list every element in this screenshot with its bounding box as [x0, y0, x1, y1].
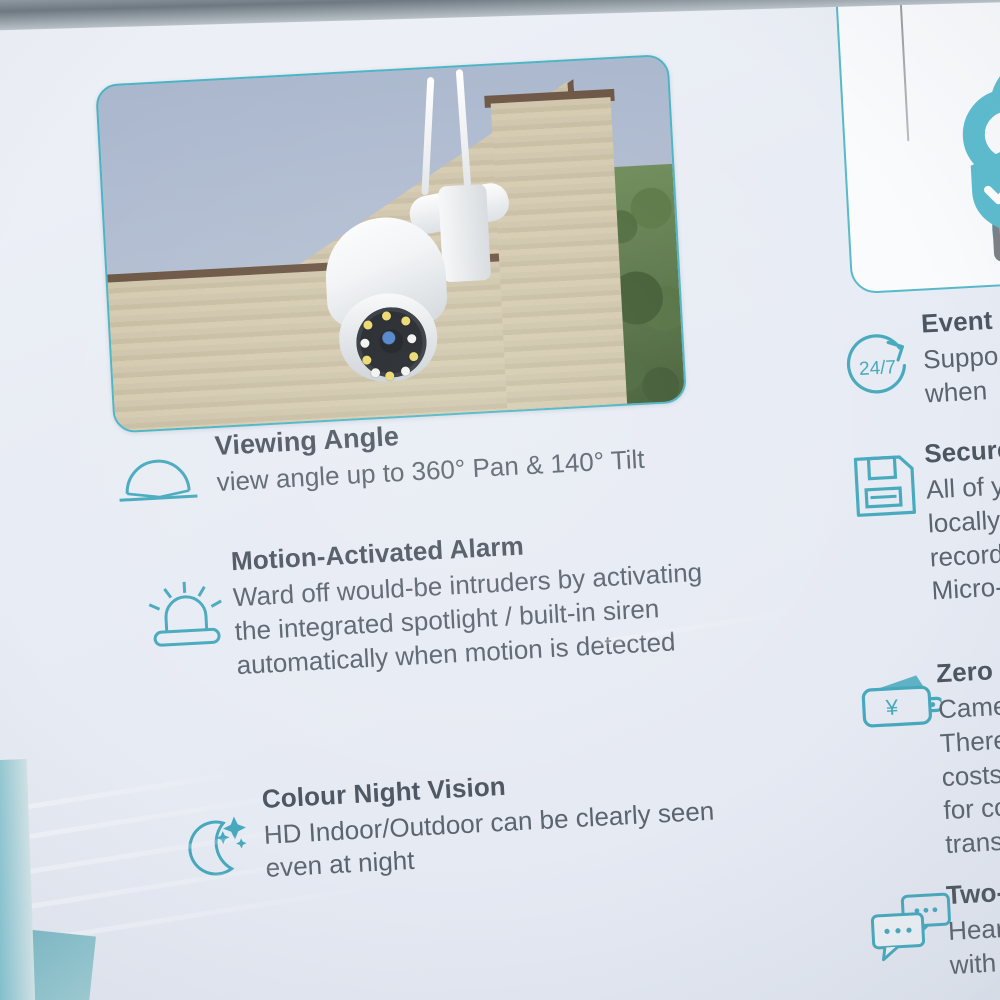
- 24-7-label: 24/7: [859, 357, 897, 380]
- feature-title: Zero H: [935, 654, 1000, 689]
- camera-wall-bracket: [438, 183, 492, 283]
- package-photo-stage: Viewing Angle view angle up to 360° Pan …: [0, 0, 1000, 1000]
- angle-protractor-icon: [113, 444, 202, 516]
- feature-title: Event: [920, 304, 994, 339]
- feature-title: Secure: [923, 433, 1000, 469]
- feature-body: Hear a with su: [947, 913, 1000, 980]
- package-printed-content: Viewing Angle view angle up to 360° Pan …: [0, 0, 1000, 1000]
- feature-colour-night-vision: Colour Night Vision HD Indoor/Outdoor ca…: [261, 759, 736, 886]
- feature-zero-hidden-costs: Zero H Camer There costs. for con transp: [935, 649, 1000, 862]
- feature-body: Ward off would-be intruders by activatin…: [232, 556, 703, 680]
- feature-secure-storage: Secure All of y locally. record Micro-: [923, 429, 1000, 609]
- yen-symbol-label: ¥: [884, 694, 899, 720]
- alarm-siren-icon: [142, 577, 230, 664]
- hero-camera-photo: [95, 53, 688, 434]
- photo-wall-right: [490, 97, 628, 414]
- feature-body: Camer There costs. for con transp: [937, 690, 1000, 860]
- wallet-yen-icon: ¥: [858, 672, 945, 743]
- feature-body: All of y locally. record Micro-: [925, 470, 1000, 606]
- feature-title: Two-W: [945, 875, 1000, 911]
- feature-motion-activated-alarm: Motion-Activated Alarm Ward off would-be…: [230, 521, 707, 683]
- feature-body: Suppo when: [922, 340, 1000, 409]
- monitor-shield-icon: [932, 136, 1000, 294]
- photo-wall-left: [97, 259, 537, 434]
- two-speech-bubbles-icon: [868, 890, 956, 967]
- feature-event-recording: Event Suppo when: [920, 299, 1000, 411]
- 24-7-cycle-icon: 24/7: [837, 325, 917, 410]
- feature-two-way-audio: Two-W Hear a with su: [945, 870, 1000, 982]
- moon-stars-icon: [176, 807, 260, 892]
- right-illustration-card: [833, 0, 1000, 295]
- floppy-save-icon: [850, 451, 920, 525]
